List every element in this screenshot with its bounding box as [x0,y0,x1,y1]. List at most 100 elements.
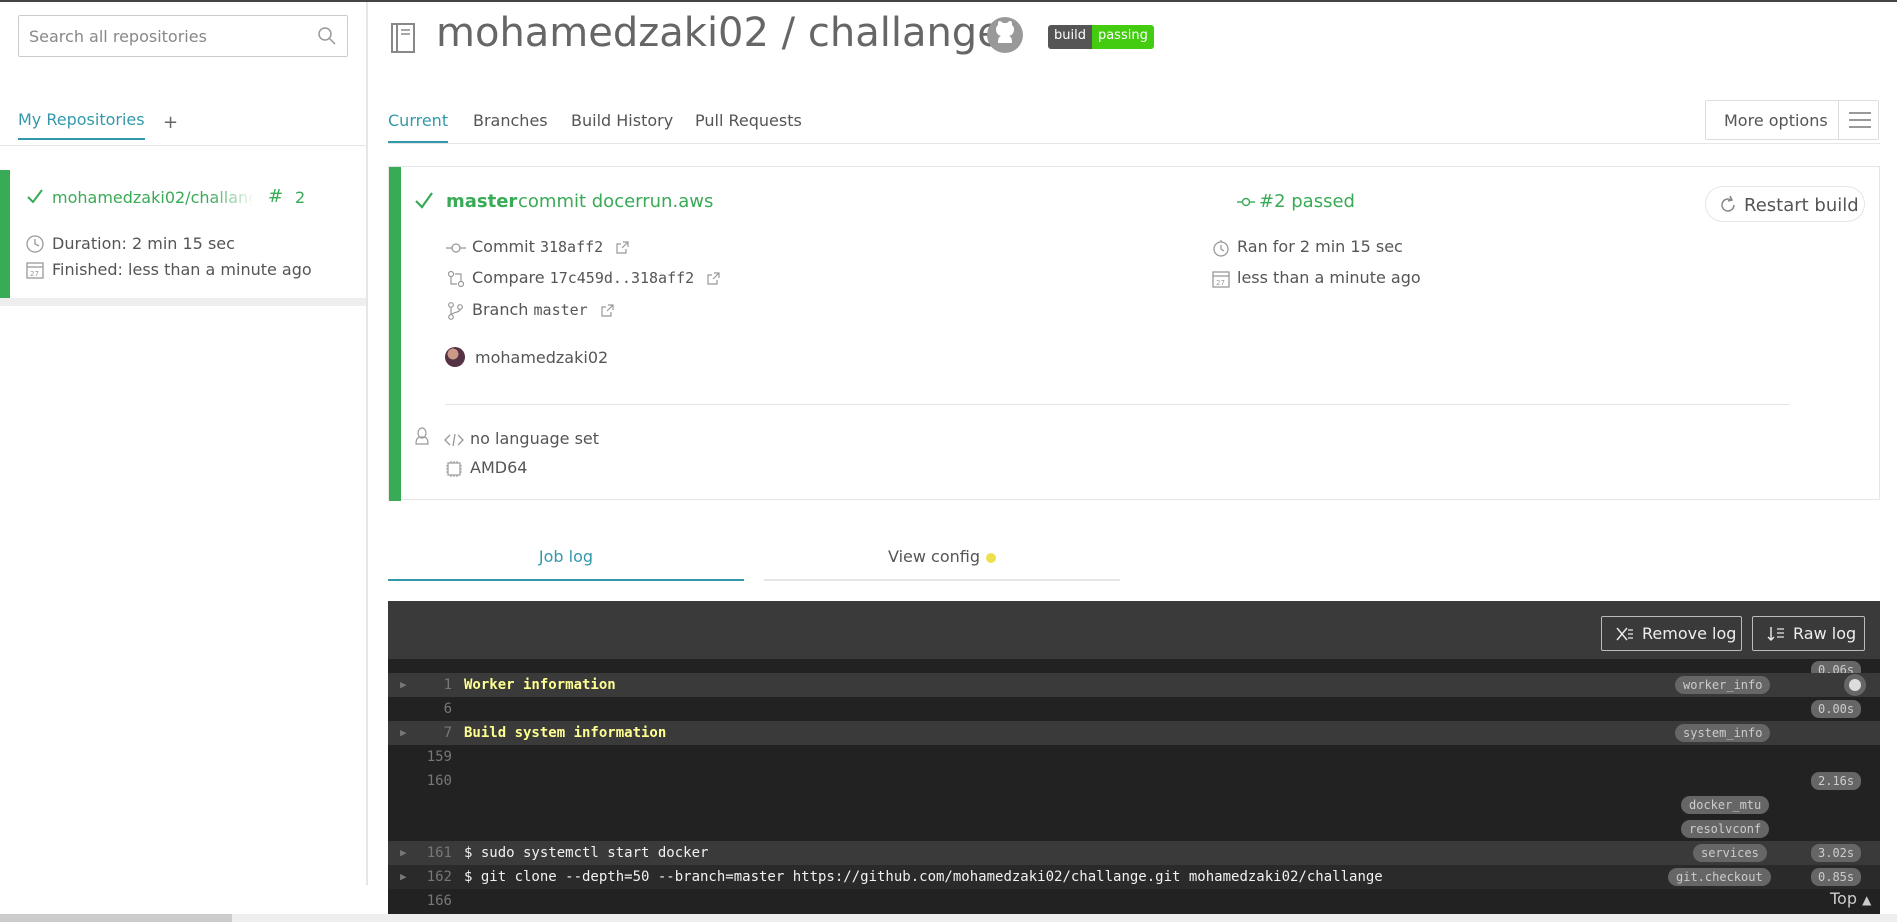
line-number[interactable]: 166 [388,889,452,913]
log-line-fold[interactable]: ▶ 7 Build system information system_info [388,721,1880,745]
scroll-top-link[interactable]: Top ▲ [1830,889,1871,908]
branch-link[interactable]: master [446,191,517,212]
author-name: mohamedzaki02 [475,348,609,367]
external-link-icon[interactable] [601,304,614,317]
finished-text: Finished: less than a minute ago [52,260,312,279]
remove-log-label: Remove log [1642,624,1737,643]
calendar-icon: 27 [1212,270,1230,288]
raw-log-icon [1767,627,1784,641]
fold-tag: worker_info [1675,676,1771,694]
branch-row[interactable]: Branch master [446,300,614,320]
tab-current[interactable]: Current [388,111,449,143]
branch-label: Branch [472,300,529,319]
avatar [445,347,465,367]
restart-icon [1721,195,1735,212]
hamburger-icon[interactable] [1838,101,1879,139]
repo-card[interactable]: mohamedzaki02/challange # 2 Duration: 2 … [0,170,366,298]
log-text: $ git clone --depth=50 --branch=master h… [464,869,1383,885]
log-line: 6 0.00s [388,697,1880,721]
remove-log-icon [1616,627,1633,641]
restart-build-button[interactable]: Restart build [1705,186,1865,222]
search-input[interactable] [19,16,309,56]
log-line-fold[interactable]: ▶ 1 Worker information worker_info [388,673,1880,697]
tab-job-log[interactable]: Job log [388,547,744,581]
arch-text: AMD64 [470,458,528,477]
branch-icon [448,301,463,320]
search-box[interactable] [18,15,348,57]
raw-log-button[interactable]: Raw log [1752,616,1865,651]
finished-text: less than a minute ago [1237,268,1421,287]
line-number[interactable]: 160 [388,769,452,793]
code-icon [444,433,464,446]
more-options-button[interactable]: More options [1705,100,1879,140]
compare-row[interactable]: Compare 17c459d..318aff2 [446,268,720,288]
build-status-badge[interactable]: build passing [1048,25,1154,49]
build-number-link[interactable]: 2 [295,188,305,207]
build-status-link[interactable]: #2 passed [1237,191,1355,212]
log-line-fold[interactable]: ▶ 161 $ sudo systemctl start docker serv… [388,841,1880,865]
commit-sha[interactable]: 318aff2 [540,238,603,256]
caret-up-icon: ▲ [1862,893,1872,907]
tab-build-history[interactable]: Build History [571,111,673,130]
compare-range[interactable]: 17c459d..318aff2 [550,269,695,287]
horizontal-scrollbar[interactable] [0,914,1897,922]
log-line: 160 2.16s [388,769,1880,793]
clock-icon [26,235,44,253]
sidebar: My Repositories + mohamedzaki02/challang… [0,2,368,885]
commit-icon [446,242,466,253]
time-badge: 3.02s [1811,844,1862,862]
build-summary-card: master commit docerrun.aws Commit 318aff… [388,166,1880,501]
more-options-label: More options [1724,111,1828,130]
line-number[interactable]: 159 [388,745,452,769]
fold-tag: docker_mtu [1681,796,1770,814]
tab-branches[interactable]: Branches [473,111,548,130]
commit-message-link[interactable]: commit docerrun.aws [518,191,713,212]
log-line-fold[interactable]: ▶ 162 $ git clone --depth=50 --branch=ma… [388,865,1880,889]
tab-pull-requests[interactable]: Pull Requests [695,111,802,130]
compare-icon [447,270,465,287]
language-text: no language set [470,429,600,448]
add-repository-button[interactable]: + [163,112,178,133]
status-bar [389,167,401,501]
fold-tag: resolvconf [1681,820,1770,838]
tab-view-config[interactable]: View config [764,547,1120,581]
scrollbar-thumb[interactable] [0,914,232,922]
commit-icon [1237,197,1255,207]
calendar-icon: 27 [26,262,44,279]
line-number[interactable]: 162 [388,865,452,889]
tabs-underline [388,143,1880,144]
loading-spinner-icon [1844,674,1866,696]
line-number[interactable]: 161 [388,841,452,865]
finished-row: 27 less than a minute ago [1211,268,1421,288]
search-icon[interactable] [317,26,337,46]
fold-tag: system_info [1675,724,1771,742]
ran-for-row: Ran for 2 min 15 sec [1211,237,1403,257]
badge-label: build [1048,25,1092,49]
log-line: 159 [388,745,1880,769]
sidebar-separator [0,298,366,306]
raw-log-label: Raw log [1793,624,1857,643]
external-link-icon[interactable] [616,241,629,254]
top-label: Top [1830,889,1857,908]
hash-icon: # [268,186,284,207]
linux-icon [415,427,429,445]
tab-my-repositories[interactable]: My Repositories [18,110,145,140]
line-number[interactable]: 1 [388,673,452,697]
external-link-icon[interactable] [707,272,720,285]
sidebar-divider [0,145,366,146]
line-number[interactable]: 7 [388,721,452,745]
text-fade [210,184,255,212]
build-status-text: #2 passed [1259,191,1355,212]
remove-log-button[interactable]: Remove log [1601,616,1742,651]
github-icon[interactable] [986,16,1024,54]
restart-build-label: Restart build [1744,195,1859,216]
fold-tag: services [1693,844,1767,862]
check-icon [415,192,433,209]
commit-row[interactable]: Commit 318aff2 [446,237,629,257]
svg-text:27: 27 [1216,279,1225,287]
branch-name[interactable]: master [534,301,588,319]
line-number[interactable]: 6 [388,697,452,721]
stopwatch-icon [1213,239,1229,257]
repo-icon [391,23,415,53]
commit-label: Commit [472,237,535,256]
